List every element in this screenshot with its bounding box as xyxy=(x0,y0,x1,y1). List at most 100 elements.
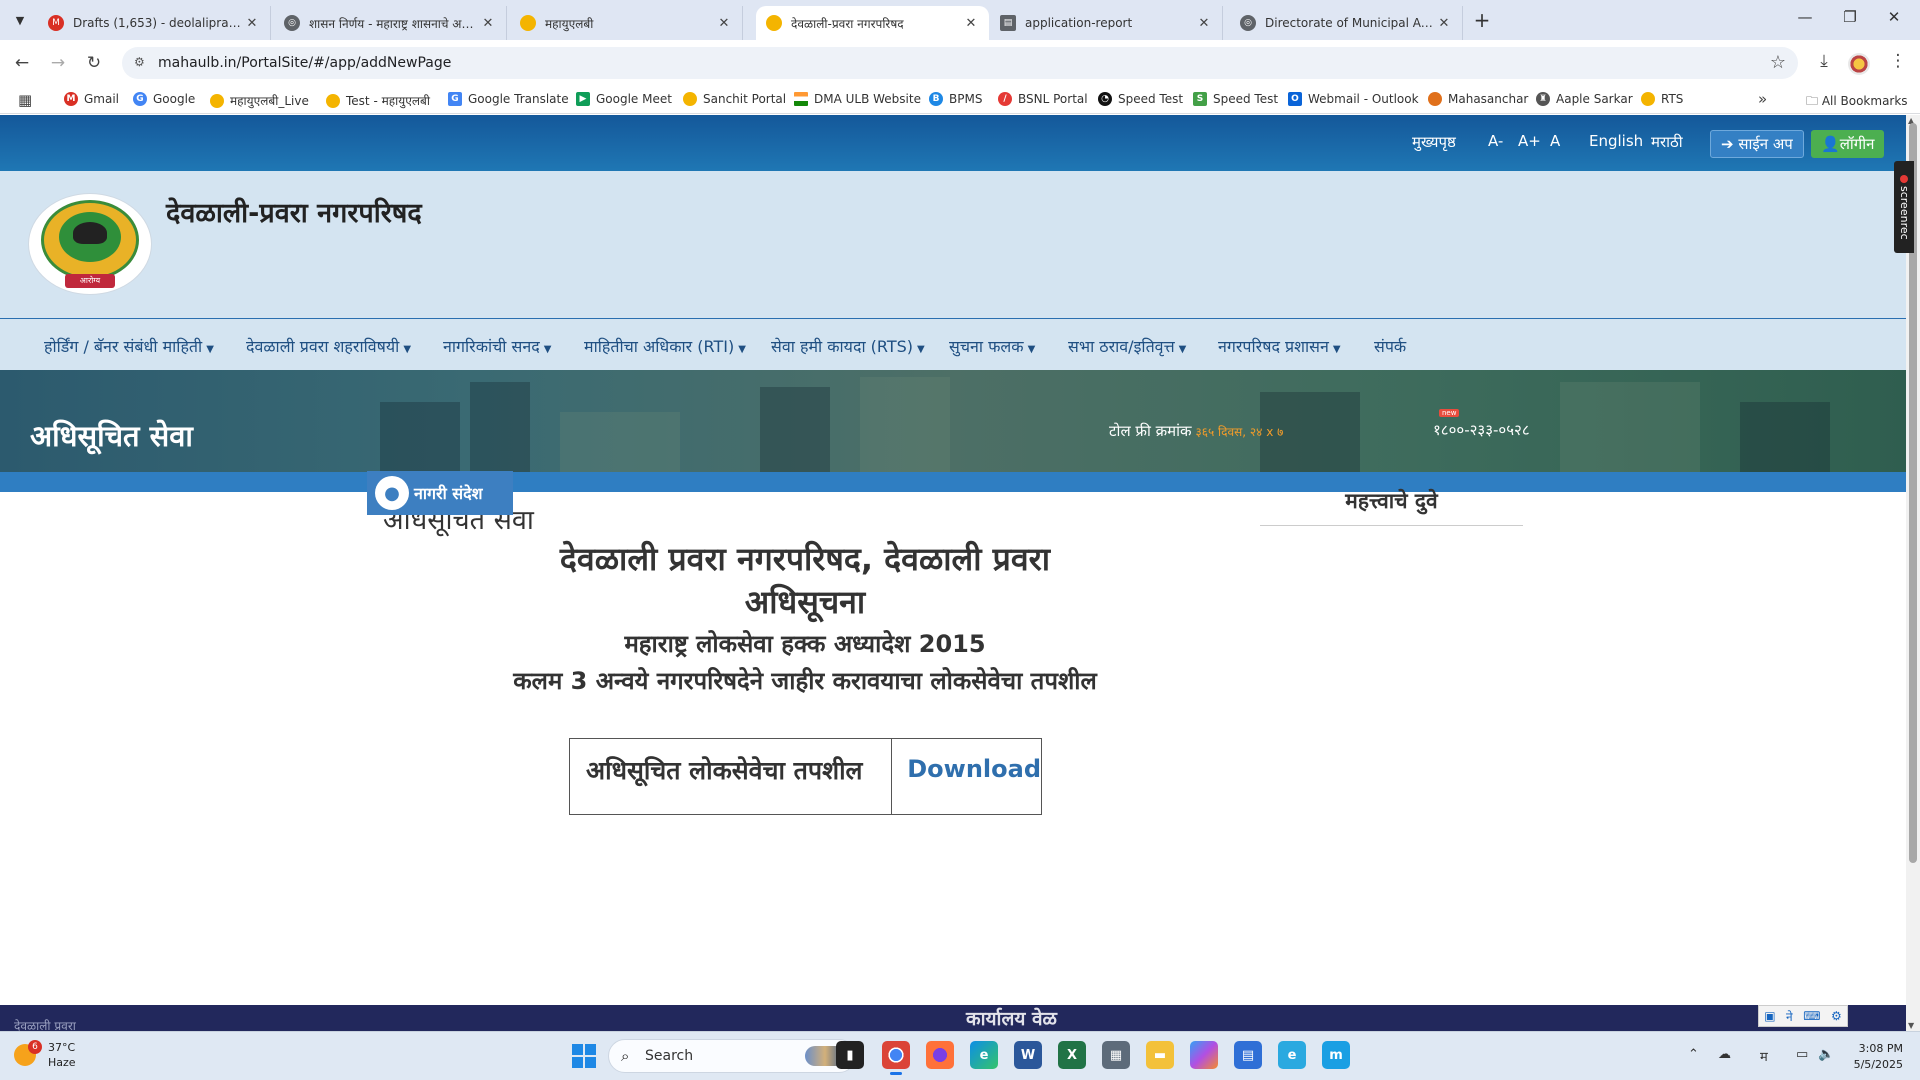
mahaulb-app-icon[interactable]: m xyxy=(1322,1041,1350,1069)
lang-marathi-link[interactable]: मराठी xyxy=(1651,132,1683,152)
nav-citizen-charter[interactable]: नागरिकांची सनद ▼ xyxy=(443,335,551,357)
download-link[interactable]: Download xyxy=(892,739,1041,814)
weather-widget[interactable]: 6 37°C Haze xyxy=(14,1040,76,1070)
nav-hoarding-banner[interactable]: होर्डिंग / बॅनर संबंधी माहिती ▼ xyxy=(44,335,214,357)
bookmark-speedtest-2[interactable]: S Speed Test xyxy=(1193,92,1278,106)
close-icon[interactable]: ✕ xyxy=(244,16,260,31)
tab-shasan-nirnay[interactable]: ◎ शासन निर्णय - महाराष्ट्र शासनाचे अधिकृ… xyxy=(274,6,507,40)
nav-meeting-minutes[interactable]: सभा ठराव/इतिवृत्त ▼ xyxy=(1068,335,1186,357)
new-tab-button[interactable]: + xyxy=(1470,8,1494,32)
more-bookmarks-icon[interactable]: » xyxy=(1758,90,1767,108)
signup-button[interactable]: ➔ साईन अप xyxy=(1710,130,1804,158)
bookmark-bsnl[interactable]: / BSNL Portal xyxy=(998,92,1088,106)
download-icon[interactable]: ⤓ xyxy=(1812,51,1836,75)
volume-icon[interactable]: 🔈 xyxy=(1818,1047,1834,1062)
forward-button[interactable]: → xyxy=(46,51,70,75)
nav-notice-board[interactable]: सुचना फलक ▼ xyxy=(949,335,1035,357)
bookmark-rts[interactable]: RTS xyxy=(1641,92,1683,106)
ime-lang-icon[interactable]: ने xyxy=(1786,1008,1793,1025)
task-view-icon[interactable]: ▮ xyxy=(836,1041,864,1069)
login-button[interactable]: 👤लॉगीन xyxy=(1811,130,1885,158)
chrome-icon[interactable] xyxy=(882,1041,910,1075)
font-decrease-button[interactable]: A- xyxy=(1488,132,1503,150)
copilot-icon[interactable] xyxy=(1190,1041,1218,1069)
store-icon[interactable]: ▤ xyxy=(1234,1041,1262,1069)
tab-mahaulb[interactable]: महायुएलबी ✕ xyxy=(510,6,743,40)
nagari-sandesh-button[interactable]: ● नागरी संदेश xyxy=(367,471,513,515)
screenrec-extension-tab[interactable]: screenrec xyxy=(1894,161,1914,253)
start-button[interactable] xyxy=(572,1044,596,1068)
bookmark-outlook[interactable]: O Webmail - Outlook xyxy=(1288,92,1419,106)
excel-icon[interactable]: X xyxy=(1058,1041,1086,1069)
nav-contact[interactable]: संपर्क xyxy=(1374,335,1406,357)
nav-administration[interactable]: नगरपरिषद प्रशासन ▼ xyxy=(1218,335,1341,357)
tab-search-icon[interactable]: ▼ xyxy=(8,8,32,32)
tray-chevron-up-icon[interactable]: ⌃ xyxy=(1688,1047,1699,1062)
file-explorer-icon[interactable]: ▬ xyxy=(1146,1041,1174,1069)
mahasanchar-icon xyxy=(1428,92,1442,106)
browser-tab-strip: ▼ M Drafts (1,653) - deolalipravaracounc… xyxy=(0,0,1920,40)
home-link[interactable]: मुख्यपृष्ठ xyxy=(1412,132,1456,152)
onedrive-icon[interactable]: ☁ xyxy=(1718,1047,1731,1062)
firefox-icon[interactable] xyxy=(926,1041,954,1069)
profile-avatar[interactable] xyxy=(1848,53,1870,75)
edge-icon[interactable]: e xyxy=(970,1041,998,1069)
close-window-button[interactable]: ✕ xyxy=(1874,8,1914,26)
address-bar[interactable]: ⚙ mahaulb.in/PortalSite/#/app/addNewPage… xyxy=(122,47,1798,79)
tollfree-number[interactable]: १८००-२३३-०५२८ xyxy=(1433,420,1530,440)
url-text[interactable]: mahaulb.in/PortalSite/#/app/addNewPage xyxy=(158,55,451,71)
reload-button[interactable]: ↻ xyxy=(82,51,106,75)
word-icon[interactable]: W xyxy=(1014,1041,1042,1069)
tab-gmail[interactable]: M Drafts (1,653) - deolalipravaracouncil… xyxy=(38,6,271,40)
ime-app-icon[interactable]: ▣ xyxy=(1764,1009,1775,1023)
network-icon[interactable]: ▭ xyxy=(1796,1047,1808,1062)
scroll-down-icon[interactable]: ▼ xyxy=(1908,1021,1914,1030)
close-icon[interactable]: ✕ xyxy=(716,16,732,31)
all-bookmarks-folder[interactable]: 🗀 All Bookmarks xyxy=(1806,92,1908,113)
bookmark-mahaulb-live[interactable]: महायुएलबी_Live xyxy=(210,92,309,109)
gear-icon[interactable]: ⚙ xyxy=(1831,1009,1842,1023)
nav-rti[interactable]: माहितीचा अधिकार (RTI) ▼ xyxy=(584,335,746,357)
bookmark-star-icon[interactable]: ☆ xyxy=(1770,52,1786,73)
site-info-icon[interactable]: ⚙ xyxy=(134,55,150,71)
bookmark-gmail[interactable]: M Gmail xyxy=(64,92,119,106)
ie-icon[interactable]: e xyxy=(1278,1041,1306,1069)
bookmark-test-mahaulb[interactable]: Test - महायुएलबी xyxy=(326,92,430,109)
close-icon[interactable]: ✕ xyxy=(963,16,979,31)
close-icon[interactable]: ✕ xyxy=(1436,16,1452,31)
nav-about-city[interactable]: देवळाली प्रवरा शहराविषयी ▼ xyxy=(246,335,411,357)
council-logo[interactable]: आरोग्य xyxy=(29,194,151,294)
font-reset-button[interactable]: A xyxy=(1550,132,1560,150)
tab-dma[interactable]: ◎ Directorate of Municipal Administratio… xyxy=(1230,6,1463,40)
ime-toolbar[interactable]: ▣ ने ⌨ ⚙ xyxy=(1758,1005,1848,1027)
close-icon[interactable]: ✕ xyxy=(480,16,496,31)
minimize-button[interactable]: — xyxy=(1785,8,1825,26)
nav-rts[interactable]: सेवा हमी कायदा (RTS) ▼ xyxy=(771,335,925,357)
apps-grid-icon[interactable]: ▦ xyxy=(18,91,32,109)
taskbar-search[interactable]: ⌕ Search xyxy=(608,1039,856,1073)
page-banner: अधिसूचित सेवा टोल फ्री क्रमांक ३६५ दिवस, … xyxy=(0,370,1906,472)
calculator-icon[interactable]: ▦ xyxy=(1102,1041,1130,1069)
bookmark-bpms[interactable]: B BPMS xyxy=(929,92,982,106)
tab-application-report[interactable]: ▤ application-report ✕ xyxy=(990,6,1223,40)
bookmark-speedtest-1[interactable]: ◔ Speed Test xyxy=(1098,92,1183,106)
back-button[interactable]: ← xyxy=(10,51,34,75)
font-increase-button[interactable]: A+ xyxy=(1518,132,1541,150)
tab-deolali-pravara[interactable]: देवळाली-प्रवरा नगरपरिषद ✕ xyxy=(756,6,989,40)
keyboard-icon[interactable]: ⌨ xyxy=(1803,1009,1820,1023)
restore-button[interactable]: ❐ xyxy=(1830,8,1870,26)
bookmark-sanchit[interactable]: Sanchit Portal xyxy=(683,92,786,106)
caret-down-icon: ▼ xyxy=(1027,344,1036,355)
close-icon[interactable]: ✕ xyxy=(1196,16,1212,31)
input-language-indicator[interactable]: म xyxy=(1760,1047,1768,1065)
menu-kebab-icon[interactable]: ⋮ xyxy=(1886,51,1910,75)
bookmark-google-meet[interactable]: ▶ Google Meet xyxy=(576,92,672,106)
bookmark-dma-ulb[interactable]: DMA ULB Website xyxy=(794,92,921,106)
bookmark-google[interactable]: G Google xyxy=(133,92,195,106)
notice-subtitle-line1: महाराष्ट्र लोकसेवा हक्क अध्यादेश 2015 xyxy=(624,630,986,658)
bookmark-aaple-sarkar[interactable]: ♜ Aaple Sarkar xyxy=(1536,92,1633,106)
system-clock[interactable]: 3:08 PM 5/5/2025 xyxy=(1847,1041,1903,1073)
bookmark-google-translate[interactable]: G Google Translate xyxy=(448,92,569,106)
lang-english-link[interactable]: English xyxy=(1589,132,1643,150)
bookmark-mahasanchar[interactable]: Mahasanchar xyxy=(1428,92,1528,106)
